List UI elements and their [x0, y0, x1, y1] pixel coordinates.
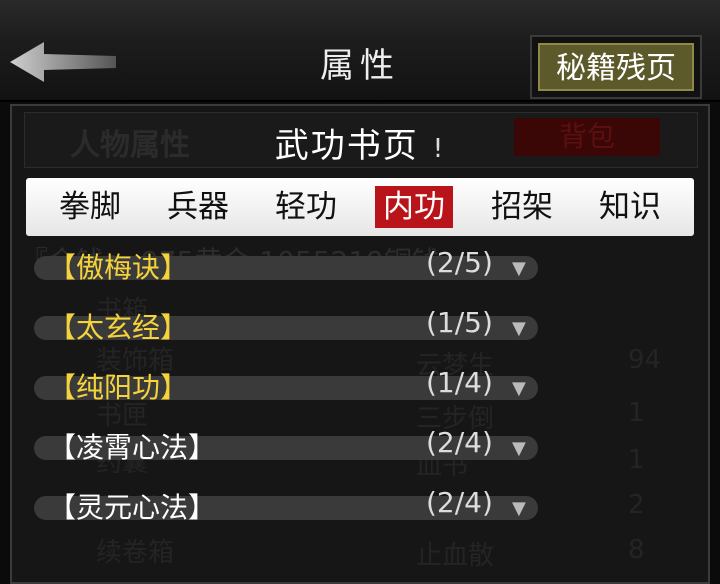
background-row-count: 8 [628, 535, 645, 565]
secret-pages-label: 秘籍残页 [538, 43, 694, 91]
alert-icon: ! [432, 134, 446, 164]
skill-count: (1/5) [426, 306, 493, 339]
background-row-count: 94 [628, 345, 662, 375]
skill-count: (2/4) [426, 486, 493, 519]
dialog-title-text: 武功书页 [274, 126, 419, 166]
skill-name: 【凌霄心法】 [48, 431, 217, 464]
skill-name: 【灵元心法】 [48, 491, 217, 524]
skill-row[interactable]: 【凌霄心法】 (2/4) ▼ [34, 426, 538, 464]
skill-name: 【太玄经】 [48, 311, 189, 344]
secret-pages-button[interactable]: 秘籍残页 [530, 35, 702, 99]
chevron-down-icon[interactable]: ▼ [512, 498, 526, 519]
background-row-item: 止血散 [416, 541, 495, 571]
chevron-down-icon[interactable]: ▼ [512, 318, 526, 339]
skill-name: 【傲梅诀】 [48, 251, 189, 284]
background-row-label: 续卷箱 [96, 538, 175, 568]
background-row-count: 1 [628, 398, 645, 428]
tab-parry[interactable]: 招架 [483, 186, 561, 228]
skill-row[interactable]: 【太玄经】 (1/5) ▼ [34, 306, 538, 344]
chevron-down-icon[interactable]: ▼ [512, 258, 526, 279]
tab-fist[interactable]: 拳脚 [51, 186, 129, 228]
skill-row[interactable]: 【傲梅诀】 (2/5) ▼ [34, 246, 538, 284]
background-row-count: 1 [628, 445, 645, 475]
skill-row[interactable]: 【灵元心法】 (2/4) ▼ [34, 486, 538, 524]
skill-count: (1/4) [426, 366, 493, 399]
tab-knowledge[interactable]: 知识 [591, 186, 669, 228]
skill-row[interactable]: 【纯阳功】 (1/4) ▼ [34, 366, 538, 404]
chevron-down-icon[interactable]: ▼ [512, 438, 526, 459]
dialog-title: 武功书页! [0, 118, 720, 167]
tab-weapon[interactable]: 兵器 [159, 186, 237, 228]
skill-count: (2/4) [426, 426, 493, 459]
skill-count: (2/5) [426, 246, 493, 279]
tab-lightness[interactable]: 轻功 [267, 186, 345, 228]
top-bar: 属性 秘籍残页 [0, 0, 720, 102]
tab-inner-power[interactable]: 内功 [375, 186, 453, 228]
chevron-down-icon[interactable]: ▼ [512, 378, 526, 399]
skill-category-tabs: 拳脚 兵器 轻功 内功 招架 知识 [26, 178, 694, 236]
background-row-count: 2 [628, 490, 645, 520]
skill-name: 【纯阳功】 [48, 371, 189, 404]
